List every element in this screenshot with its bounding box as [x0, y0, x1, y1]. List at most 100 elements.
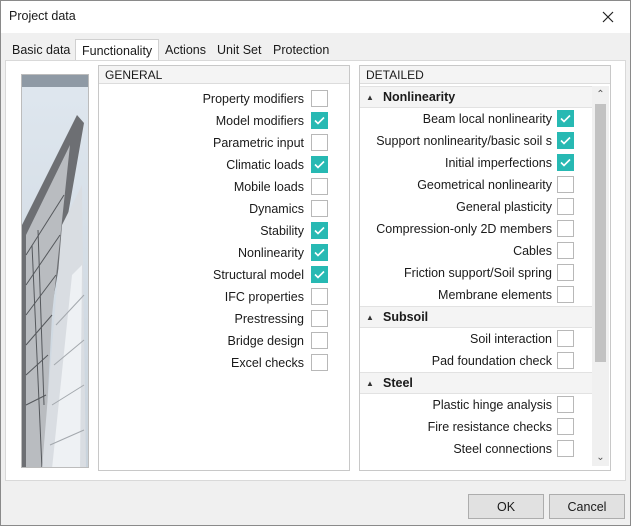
compression-only-checkbox[interactable] — [557, 220, 574, 237]
check-icon — [560, 114, 571, 123]
item-label: Model modifiers — [215, 114, 304, 128]
detail-item-geometrical-nonlinearity: Geometrical nonlinearity — [360, 174, 592, 196]
detailed-group: DETAILED ▲ Nonlinearity Beam local nonli… — [359, 65, 611, 471]
item-label: Mobile loads — [233, 180, 304, 194]
project-data-dialog: Project data Basic data Functionality Ac… — [0, 0, 631, 526]
scroll-up-icon[interactable]: ⌃ — [592, 86, 609, 103]
item-label: Parametric input — [212, 136, 304, 150]
section-nonlinearity: ▲ Nonlinearity — [360, 86, 592, 108]
nonlinearity-checkbox[interactable] — [311, 244, 328, 261]
general-header: GENERAL — [99, 66, 349, 84]
general-item-climatic-loads: Climatic loads — [99, 154, 348, 176]
detail-item-cables: Cables — [360, 240, 592, 262]
close-button[interactable] — [586, 1, 630, 33]
general-item-model-modifiers: Model modifiers — [99, 110, 348, 132]
tab-strip: Basic data Functionality Actions Unit Se… — [1, 39, 630, 62]
general-item-bridge-design: Bridge design — [99, 330, 348, 352]
item-label: Initial imperfections — [445, 156, 552, 170]
scroll-down-icon[interactable]: ⌄ — [592, 449, 609, 466]
item-label: Support nonlinearity/basic soil s — [376, 134, 552, 148]
general-item-excel-checks: Excel checks — [99, 352, 348, 374]
check-icon — [314, 116, 325, 125]
bridge-design-checkbox[interactable] — [311, 332, 328, 349]
item-label: IFC properties — [224, 290, 304, 304]
detailed-scrollbar[interactable]: ⌃ ⌄ — [592, 86, 609, 466]
detail-item-initial-imperfections: Initial imperfections — [360, 152, 592, 174]
item-label: Steel connections — [453, 442, 552, 456]
mobile-loads-checkbox[interactable] — [311, 178, 328, 195]
check-icon — [314, 160, 325, 169]
tab-actions[interactable]: Actions — [159, 41, 212, 61]
check-icon — [314, 248, 325, 257]
detail-item-general-plasticity: General plasticity — [360, 196, 592, 218]
item-label: Stability — [260, 224, 304, 238]
cables-checkbox[interactable] — [557, 242, 574, 259]
excel-checks-checkbox[interactable] — [311, 354, 328, 371]
general-item-dynamics: Dynamics — [99, 198, 348, 220]
detail-item-pad-foundation-check: Pad foundation check — [360, 350, 592, 372]
ifc-properties-checkbox[interactable] — [311, 288, 328, 305]
detail-item-beam-local-nonlinearity: Beam local nonlinearity — [360, 108, 592, 130]
model-modifiers-checkbox[interactable] — [311, 112, 328, 129]
soil-interaction-checkbox[interactable] — [557, 330, 574, 347]
stability-checkbox[interactable] — [311, 222, 328, 239]
pad-foundation-check-checkbox[interactable] — [557, 352, 574, 369]
detail-item-friction-support: Friction support/Soil spring — [360, 262, 592, 284]
tab-protection[interactable]: Protection — [267, 41, 335, 61]
detail-item-support-nonlinearity: Support nonlinearity/basic soil s — [360, 130, 592, 152]
detail-item-soil-interaction: Soil interaction — [360, 328, 592, 350]
parametric-input-checkbox[interactable] — [311, 134, 328, 151]
general-group: GENERAL Property modifiers Model modifie… — [98, 65, 350, 471]
section-steel: ▲ Steel — [360, 372, 592, 394]
section-subsoil: ▲ Subsoil — [360, 306, 592, 328]
item-label: Nonlinearity — [237, 246, 304, 260]
collapse-arrow-icon[interactable]: ▲ — [366, 379, 374, 388]
steel-connections-checkbox[interactable] — [557, 440, 574, 457]
general-item-ifc-properties: IFC properties — [99, 286, 348, 308]
item-label: Soil interaction — [470, 332, 552, 346]
beam-local-nonlinearity-checkbox[interactable] — [557, 110, 574, 127]
collapse-arrow-icon[interactable]: ▲ — [366, 313, 374, 322]
check-icon — [560, 158, 571, 167]
detail-item-membrane-elements: Membrane elements — [360, 284, 592, 306]
item-label: Fire resistance checks — [427, 420, 552, 434]
cancel-button[interactable]: Cancel — [549, 494, 625, 519]
tab-basic-data[interactable]: Basic data — [6, 41, 76, 61]
tab-unit-set[interactable]: Unit Set — [211, 41, 267, 61]
item-label: Climatic loads — [226, 158, 304, 172]
ok-button[interactable]: OK — [468, 494, 544, 519]
climatic-loads-checkbox[interactable] — [311, 156, 328, 173]
collapse-arrow-icon[interactable]: ▲ — [366, 93, 374, 102]
item-label: Geometrical nonlinearity — [417, 178, 552, 192]
initial-imperfections-checkbox[interactable] — [557, 154, 574, 171]
section-title: Steel — [383, 376, 413, 390]
general-item-parametric-input: Parametric input — [99, 132, 348, 154]
tab-functionality[interactable]: Functionality — [75, 39, 160, 62]
detail-item-steel-connections: Steel connections — [360, 438, 592, 460]
fire-resistance-checks-checkbox[interactable] — [557, 418, 574, 435]
general-item-mobile-loads: Mobile loads — [99, 176, 348, 198]
membrane-elements-checkbox[interactable] — [557, 286, 574, 303]
geometrical-nonlinearity-checkbox[interactable] — [557, 176, 574, 193]
friction-support-checkbox[interactable] — [557, 264, 574, 281]
check-icon — [314, 270, 325, 279]
item-label: Friction support/Soil spring — [404, 266, 552, 280]
structural-model-checkbox[interactable] — [311, 266, 328, 283]
item-label: Pad foundation check — [431, 354, 552, 368]
detailed-header: DETAILED — [360, 66, 610, 84]
plastic-hinge-analysis-checkbox[interactable] — [557, 396, 574, 413]
support-nonlinearity-checkbox[interactable] — [557, 132, 574, 149]
general-item-nonlinearity: Nonlinearity — [99, 242, 348, 264]
item-label: Beam local nonlinearity — [422, 112, 552, 126]
title-bar: Project data — [1, 1, 630, 33]
scroll-thumb[interactable] — [595, 104, 606, 362]
dynamics-checkbox[interactable] — [311, 200, 328, 217]
item-label: Compression-only 2D members — [376, 222, 552, 236]
prestressing-checkbox[interactable] — [311, 310, 328, 327]
general-item-property-modifiers: Property modifiers — [99, 88, 348, 110]
item-label: Prestressing — [234, 312, 304, 326]
item-label: Membrane elements — [438, 288, 552, 302]
property-modifiers-checkbox[interactable] — [311, 90, 328, 107]
general-item-stability: Stability — [99, 220, 348, 242]
general-plasticity-checkbox[interactable] — [557, 198, 574, 215]
